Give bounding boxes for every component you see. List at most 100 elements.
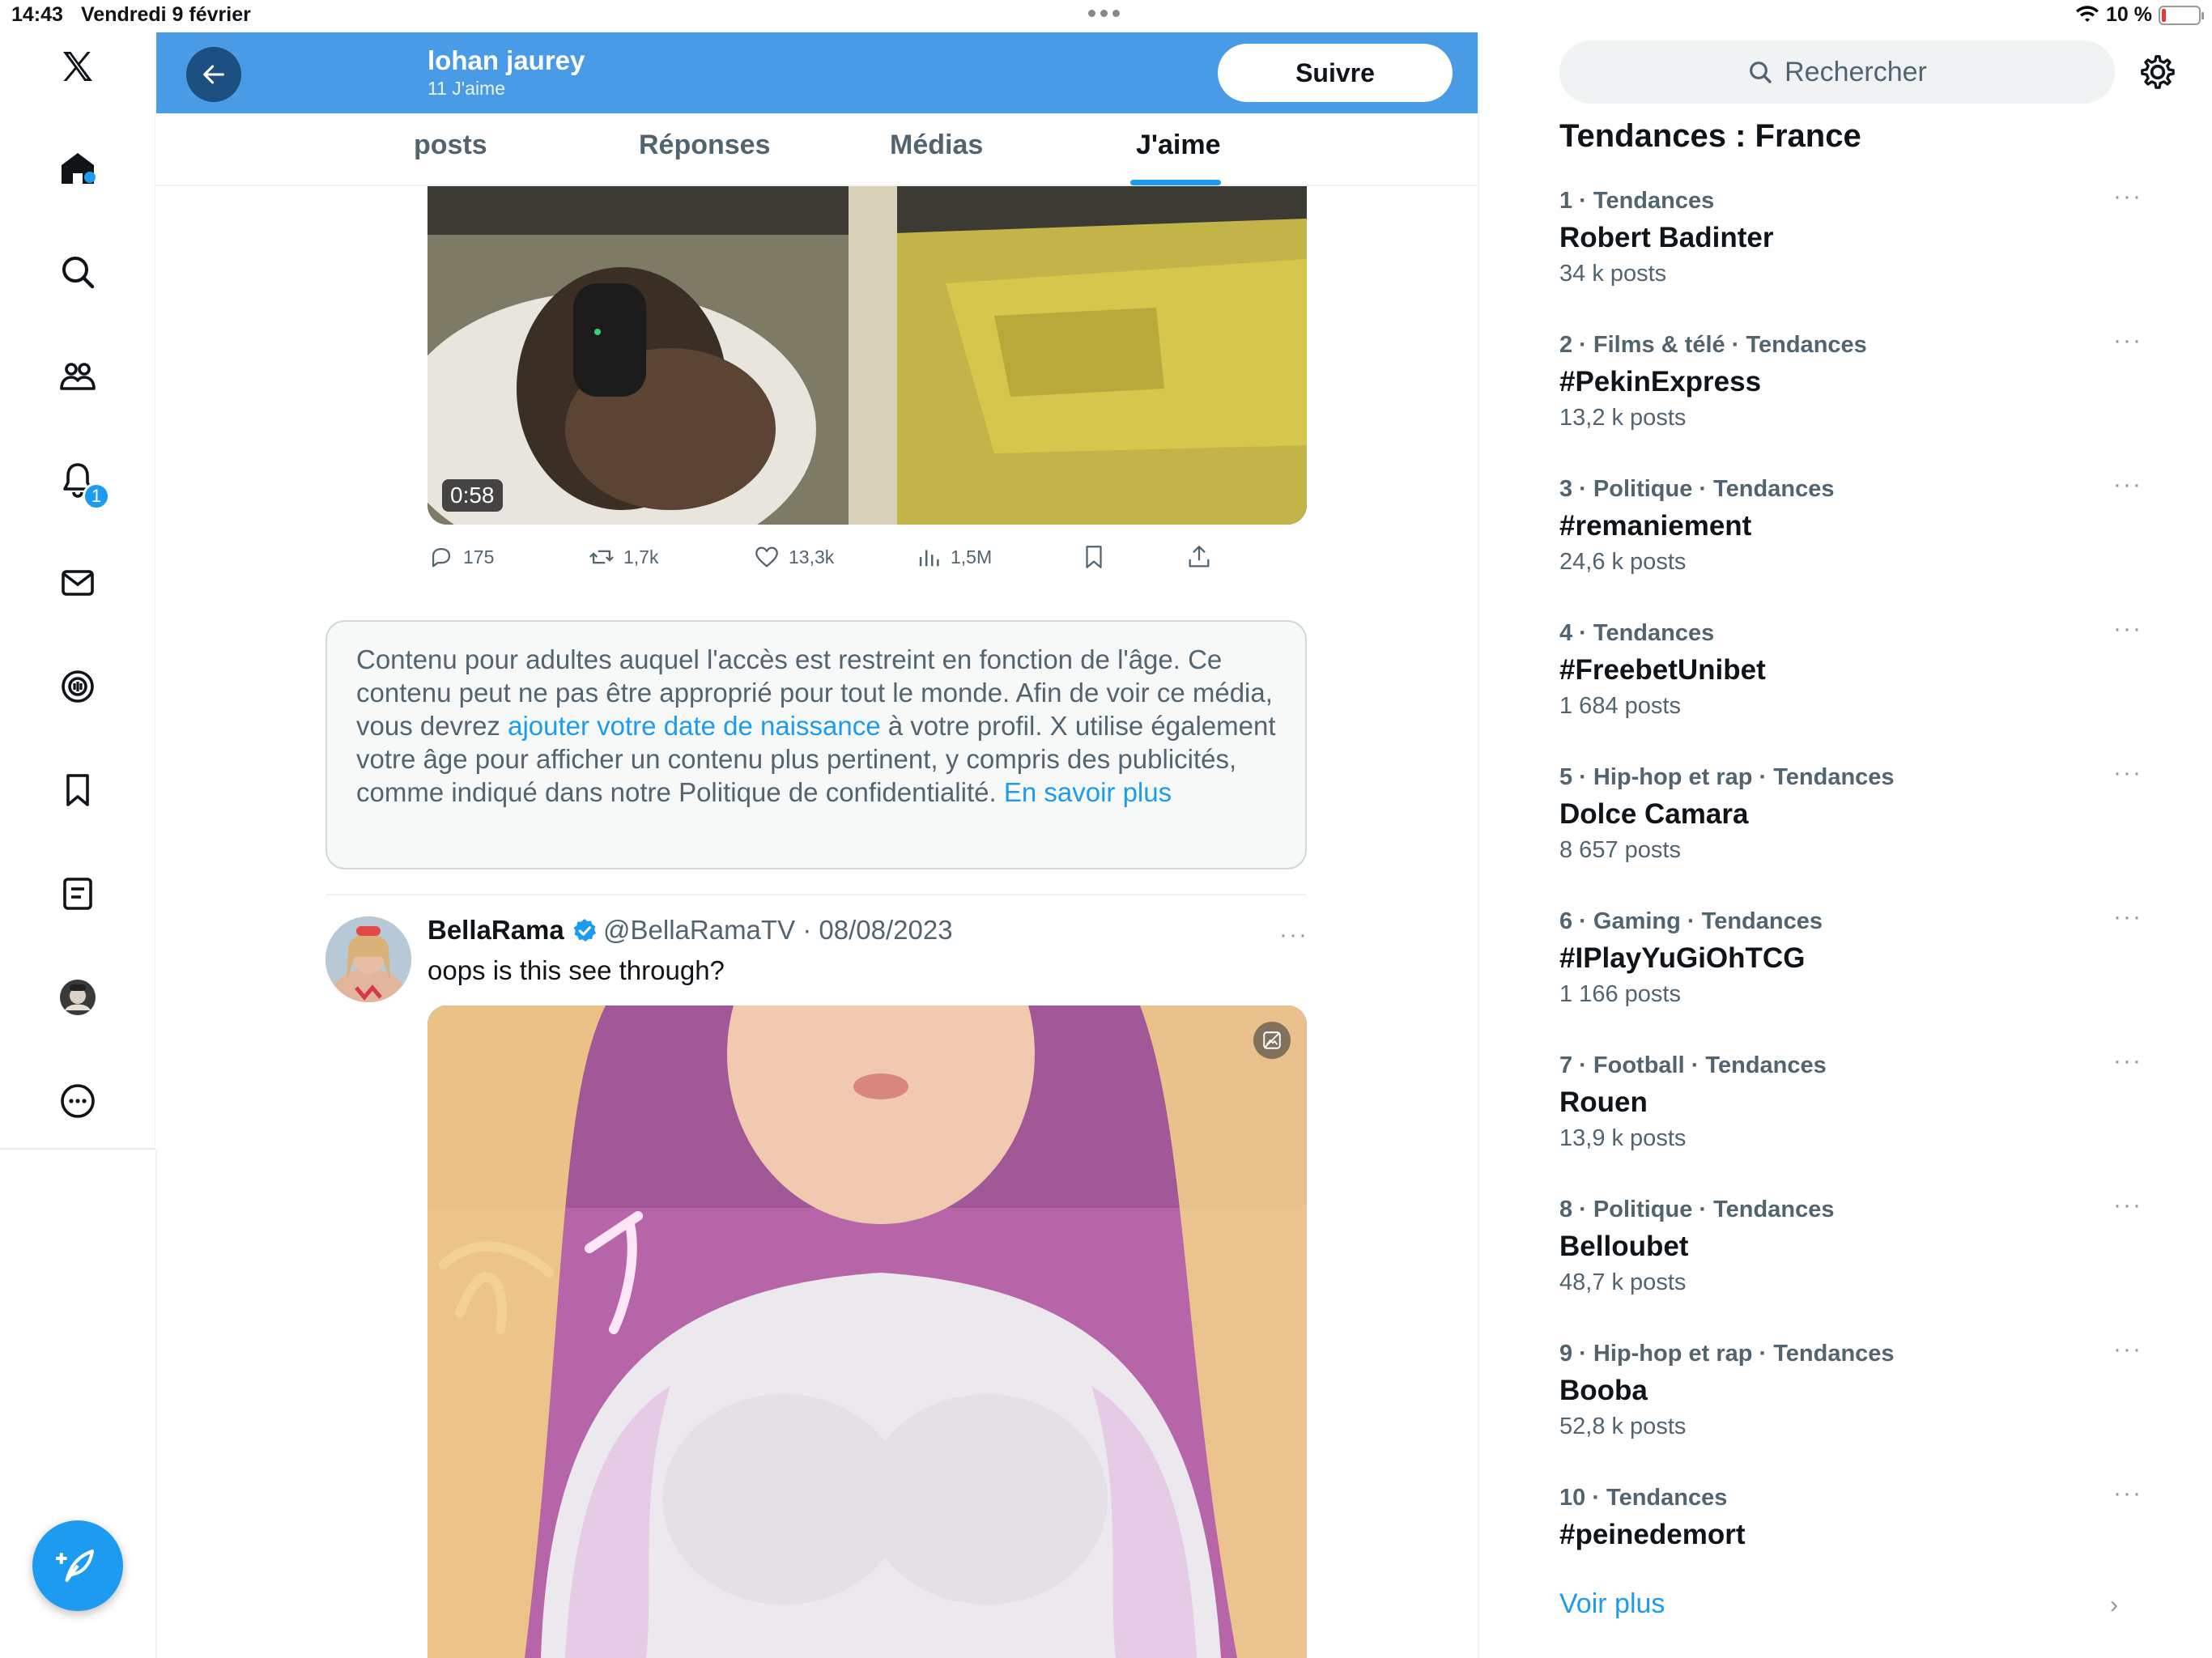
video-player[interactable] bbox=[428, 1005, 1307, 1658]
more-icon[interactable] bbox=[52, 1075, 104, 1127]
trend-item[interactable]: 6 · Gaming · Tendances #IPlayYuGiOhTCG 1… bbox=[1559, 903, 2142, 1052]
profile-likes-count: 11 J'aime bbox=[428, 78, 506, 99]
home-unread-dot bbox=[84, 172, 96, 183]
trend-count: 48,7 k posts bbox=[1559, 1269, 1687, 1295]
heart-icon bbox=[755, 546, 778, 568]
reply-icon bbox=[432, 547, 451, 568]
trend-count: 13,2 k posts bbox=[1559, 405, 1687, 431]
search-input[interactable]: Rechercher bbox=[1559, 40, 2115, 104]
sidebar-divider bbox=[155, 1150, 157, 1658]
show-more-link[interactable]: Voir plus bbox=[1559, 1588, 1665, 1620]
like-button[interactable]: 13,3k bbox=[753, 541, 834, 573]
tab-replies[interactable]: Réponses bbox=[639, 130, 771, 161]
trend-more-icon[interactable]: ··· bbox=[2113, 327, 2142, 355]
trend-name: Robert Badinter bbox=[1559, 222, 1774, 253]
tab-media[interactable]: Médias bbox=[890, 130, 983, 161]
profile-tabs: posts Réponses Médias J'aime bbox=[156, 113, 1478, 186]
trend-more-icon[interactable]: ··· bbox=[2113, 1048, 2142, 1075]
messages-icon[interactable] bbox=[52, 557, 104, 609]
multitasking-dots-icon[interactable] bbox=[1088, 10, 1125, 21]
trend-item[interactable]: 9 · Hip-hop et rap · Tendances Booba 52,… bbox=[1559, 1336, 2142, 1485]
trend-more-icon[interactable]: ··· bbox=[2113, 615, 2142, 643]
bookmark-button[interactable] bbox=[1080, 541, 1108, 573]
video-player[interactable]: 0:58 bbox=[428, 186, 1307, 525]
trend-more-icon[interactable]: ··· bbox=[2113, 471, 2142, 499]
trend-more-icon[interactable]: ··· bbox=[2113, 903, 2142, 931]
share-button[interactable] bbox=[1185, 541, 1213, 573]
battery-icon bbox=[2159, 5, 2204, 25]
trends-title: Tendances : France bbox=[1559, 118, 1861, 154]
trend-count: 8 657 posts bbox=[1559, 837, 1681, 863]
trend-meta: 4 · Tendances bbox=[1559, 620, 1715, 646]
tweet-divider bbox=[325, 894, 1307, 895]
sensitive-media-icon[interactable] bbox=[1253, 1022, 1291, 1059]
trend-item[interactable]: 5 · Hip-hop et rap · Tendances Dolce Cam… bbox=[1559, 759, 2142, 908]
trend-name: #remaniement bbox=[1559, 510, 1752, 542]
trend-more-icon[interactable]: ··· bbox=[2113, 1480, 2142, 1507]
tab-posts[interactable]: posts bbox=[414, 130, 487, 161]
author-handle-date[interactable]: @BellaRamaTV · 08/08/2023 bbox=[603, 915, 953, 946]
trend-meta: 1 · Tendances bbox=[1559, 188, 1715, 214]
profile-name: lohan jaurey bbox=[428, 45, 585, 75]
follow-button[interactable]: Suivre bbox=[1218, 44, 1453, 102]
wifi-icon bbox=[2076, 5, 2099, 22]
trend-meta: 8 · Politique · Tendances bbox=[1559, 1197, 1835, 1222]
trend-count: 34 k posts bbox=[1559, 261, 1667, 287]
add-birthdate-link[interactable]: ajouter votre date de naissance bbox=[508, 711, 880, 741]
profile-avatar[interactable] bbox=[52, 971, 104, 1023]
trend-count: 24,6 k posts bbox=[1559, 549, 1687, 575]
author-avatar-image bbox=[325, 916, 411, 1002]
video-frame-image bbox=[428, 186, 1307, 525]
search-icon[interactable] bbox=[52, 246, 104, 298]
trend-more-icon[interactable]: ··· bbox=[2113, 1192, 2142, 1219]
search-placeholder: Rechercher bbox=[1784, 56, 1927, 87]
share-icon bbox=[1189, 546, 1210, 568]
tweet-more-button[interactable]: ··· bbox=[1279, 921, 1308, 949]
views-button[interactable]: 1,5M bbox=[915, 541, 992, 573]
trend-name: Booba bbox=[1559, 1375, 1648, 1406]
trend-meta: 9 · Hip-hop et rap · Tendances bbox=[1559, 1341, 1895, 1367]
trend-item[interactable]: 8 · Politique · Tendances Belloubet 48,7… bbox=[1559, 1192, 2142, 1341]
home-icon[interactable] bbox=[52, 142, 104, 194]
trend-item[interactable]: 4 · Tendances #FreebetUnibet 1 684 posts… bbox=[1559, 615, 2142, 764]
author-name[interactable]: BellaRama bbox=[428, 915, 564, 946]
trend-count: 1 166 posts bbox=[1559, 981, 1681, 1007]
x-logo-icon[interactable] bbox=[52, 40, 104, 92]
lists-icon[interactable] bbox=[52, 868, 104, 920]
trend-name: Dolce Camara bbox=[1559, 798, 1749, 830]
views-chart-icon bbox=[919, 550, 939, 567]
settings-gear-icon[interactable] bbox=[2138, 52, 2178, 92]
trend-item[interactable]: 2 · Films & télé · Tendances #PekinExpre… bbox=[1559, 327, 2142, 476]
trend-more-icon[interactable]: ··· bbox=[2113, 1336, 2142, 1363]
trend-item[interactable]: 7 · Football · Tendances Rouen 13,9 k po… bbox=[1559, 1048, 2142, 1197]
reply-button[interactable]: 175 bbox=[428, 541, 494, 573]
column-divider bbox=[1478, 32, 1479, 1658]
trend-item[interactable]: 10 · Tendances #peinedemort ··· bbox=[1559, 1480, 2142, 1574]
trend-more-icon[interactable]: ··· bbox=[2113, 183, 2142, 210]
trend-count: 1 684 posts bbox=[1559, 693, 1681, 719]
spaces-icon[interactable] bbox=[52, 661, 104, 712]
author-avatar[interactable] bbox=[325, 916, 411, 1002]
like-count: 13,3k bbox=[789, 546, 835, 568]
trend-name: #FreebetUnibet bbox=[1559, 654, 1766, 686]
retweet-button[interactable]: 1,7k bbox=[588, 541, 658, 573]
active-tab-indicator bbox=[1130, 180, 1221, 185]
battery-percent: 10 % bbox=[2106, 3, 2152, 26]
communities-icon[interactable] bbox=[52, 350, 104, 402]
trend-item[interactable]: 3 · Politique · Tendances #remaniement 2… bbox=[1559, 471, 2142, 620]
trend-name: Belloubet bbox=[1559, 1231, 1689, 1262]
status-date: Vendredi 9 février bbox=[81, 3, 251, 26]
trend-item[interactable]: 1 · Tendances Robert Badinter 34 k posts… bbox=[1559, 183, 2142, 332]
compose-post-button[interactable] bbox=[32, 1520, 123, 1611]
trend-count: 52,8 k posts bbox=[1559, 1414, 1687, 1439]
chevron-right-icon: › bbox=[2110, 1592, 2118, 1618]
tab-likes[interactable]: J'aime bbox=[1136, 130, 1221, 161]
learn-more-link[interactable]: En savoir plus bbox=[1004, 777, 1172, 807]
arrow-left-icon bbox=[203, 65, 224, 84]
trend-more-icon[interactable]: ··· bbox=[2113, 759, 2142, 787]
back-button[interactable] bbox=[186, 47, 241, 102]
bookmarks-icon[interactable] bbox=[52, 764, 104, 816]
trend-meta: 2 · Films & télé · Tendances bbox=[1559, 332, 1867, 358]
video-frame-image bbox=[428, 1005, 1307, 1658]
reply-count: 175 bbox=[463, 546, 495, 568]
